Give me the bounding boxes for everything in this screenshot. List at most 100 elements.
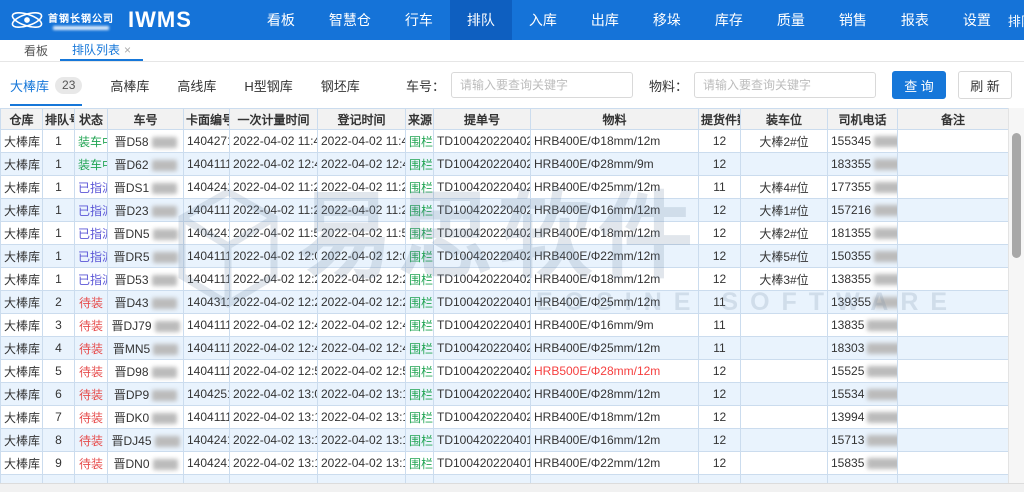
cell-note [898,176,1009,199]
table-row[interactable]: 大棒库5待装晋D98140411192022-04-02 12:502022-0… [1,360,1009,383]
table-row[interactable]: 大棒库1已指派晋D53140411192022-04-02 12:212022-… [1,268,1009,291]
cell-status: 待装 [75,429,108,452]
plate-text: 晋DR5 [113,250,149,264]
nav-item-销售[interactable]: 销售 [822,0,884,40]
nav-item-出库[interactable]: 出库 [574,0,636,40]
redacted-plate-blur [153,459,178,470]
table-row[interactable]: 大棒库8待装晋DJ45140424192022-04-02 13:152022-… [1,429,1009,452]
cell-register_time: 2022-04-02 11:28 [318,199,406,222]
cell-phone: 13994 [828,406,898,429]
table-row[interactable]: 大棒库1已指派晋DN5140424192022-04-02 11:532022-… [1,222,1009,245]
redacted-phone-blur [874,251,897,262]
material-search-input[interactable] [694,72,876,98]
tab-看板[interactable]: 看板 [12,40,60,61]
top-navigation: 看板智慧仓行车排队入库出库移垛库存质量销售报表设置 [250,0,1008,40]
cell-queue_no: 6 [43,383,75,406]
warehouse-tab-大棒库[interactable]: 大棒库23 [10,65,82,106]
cell-weigh_time: 2022-04-02 12:50 [230,360,318,383]
status-text: 已指派 [78,181,108,195]
table-row[interactable]: 大棒库1装车中晋D62140411192022-04-02 12:462022-… [1,153,1009,176]
cell-dock [741,429,828,452]
table-row[interactable]: 大棒库3待装晋DJ79140411192022-04-02 12:412022-… [1,314,1009,337]
cell-source: 围栏 [406,176,434,199]
warehouse-tab-H型钢库[interactable]: H型钢库 [244,65,292,106]
redacted-plate-blur [155,321,180,332]
query-button[interactable]: 查 询 [892,71,946,99]
refresh-button[interactable]: 刷 新 [958,71,1012,99]
redacted-phone-blur [874,182,897,193]
plate-text: 晋D23 [114,204,148,218]
vehicle-search-input[interactable] [451,72,633,98]
cell-queue_no: 1 [43,268,75,291]
cell-note [898,429,1009,452]
cell-register_time: 2022-04-02 13:19 [318,452,406,475]
status-text: 待装 [79,296,103,310]
cell-bill_no: TD10042022040100005315 [434,291,531,314]
redacted-phone-blur [874,297,897,308]
table-row[interactable]: 大棒库1装车中晋D58140427192022-04-02 11:432022-… [1,130,1009,153]
nav-item-入库[interactable]: 入库 [512,0,574,40]
plate-text: 晋MN5 [113,342,150,356]
cell-warehouse: 大棒库 [1,222,43,245]
table-row[interactable]: 大棒库1已指派晋D23140411192022-04-02 11:282022-… [1,199,1009,222]
cell-queue_no: 1 [43,153,75,176]
warehouse-tab-高线库[interactable]: 高线库 [177,65,216,106]
cell-qty: 11 [699,291,741,314]
table-row[interactable]: 大棒库2待装晋D43140431192022-04-02 12:242022-0… [1,291,1009,314]
nav-item-设置[interactable]: 设置 [946,0,1008,40]
source-text: 围栏 [409,227,433,241]
cell-qty: 12 [699,153,741,176]
table-row[interactable]: 大棒库1已指派晋DR5140411192022-04-02 12:022022-… [1,245,1009,268]
material-text: HRB400E/Φ22mm/12m [534,456,660,470]
cell-material: HRB400E/Φ18mm/12m [531,406,699,429]
cell-warehouse: 大棒库 [1,199,43,222]
phone-text: 15525 [831,364,864,378]
cell-dock: 大棒5#位 [741,245,828,268]
tab-label: 看板 [24,42,48,59]
material-text: HRB400E/Φ18mm/12m [534,134,660,148]
tab-排队列表[interactable]: 排队列表× [60,40,143,61]
nav-item-智慧仓[interactable]: 智慧仓 [312,0,388,40]
cell-register_time: 2022-04-02 12:02 [318,245,406,268]
nav-item-行车[interactable]: 行车 [388,0,450,40]
table-row[interactable]: 大棒库4待装晋MN5140411192022-04-02 12:492022-0… [1,337,1009,360]
table-row[interactable]: 大棒库1已指派晋DS1140424192022-04-02 11:262022-… [1,176,1009,199]
col-header-车号: 车号 [108,109,184,130]
warehouse-tab-钢坯库[interactable]: 钢坯库 [321,65,360,106]
cell-status: 已指派 [75,268,108,291]
vertical-scrollbar-thumb[interactable] [1012,133,1021,258]
nav-item-库存[interactable]: 库存 [698,0,760,40]
cell-queue_no: 2 [43,291,75,314]
cell-plate: 晋D23 [108,199,184,222]
cell-material: HRB400E/Φ22mm/12m [531,452,699,475]
cell-register_time: 2022-04-02 12:25 [318,291,406,314]
cell-phone: 155345 [828,130,898,153]
cell-plate: 晋DR5 [108,245,184,268]
table-row[interactable]: 大棒库9待装晋DN0140424192022-04-02 13:182022-0… [1,452,1009,475]
cell-queue_no: 1 [43,199,75,222]
warehouse-tab-高棒库[interactable]: 高棒库 [110,65,149,106]
cell-material: HRB400E/Φ28mm/12m [531,383,699,406]
cell-status: 待装 [75,337,108,360]
nav-item-移垛[interactable]: 移垛 [636,0,698,40]
nav-item-排队[interactable]: 排队 [450,0,512,40]
nav-item-质量[interactable]: 质量 [760,0,822,40]
cell-plate: 晋D43 [108,291,184,314]
table-row[interactable]: 大棒库6待装晋DP9140425192022-04-02 13:092022-0… [1,383,1009,406]
status-text: 已指派 [78,273,108,287]
close-icon[interactable]: × [124,43,131,57]
cell-source: 围栏 [406,337,434,360]
plate-text: 晋D62 [114,158,148,172]
nav-item-报表[interactable]: 报表 [884,0,946,40]
cell-phone: 177355 [828,176,898,199]
table-row[interactable]: 大棒库7待装晋DK0140411192022-04-02 13:112022-0… [1,406,1009,429]
phone-text: 155345 [831,134,871,148]
warehouse-tab-label: 高棒库 [110,76,149,95]
material-text: HRB400E/Φ16mm/12m [534,433,660,447]
col-header-提单号: 提单号 [434,109,531,130]
col-header-备注: 备注 [898,109,1009,130]
cell-dock: 大棒2#位 [741,130,828,153]
nav-item-看板[interactable]: 看板 [250,0,312,40]
cell-qty: 12 [699,222,741,245]
redacted-plate-blur [152,367,177,378]
